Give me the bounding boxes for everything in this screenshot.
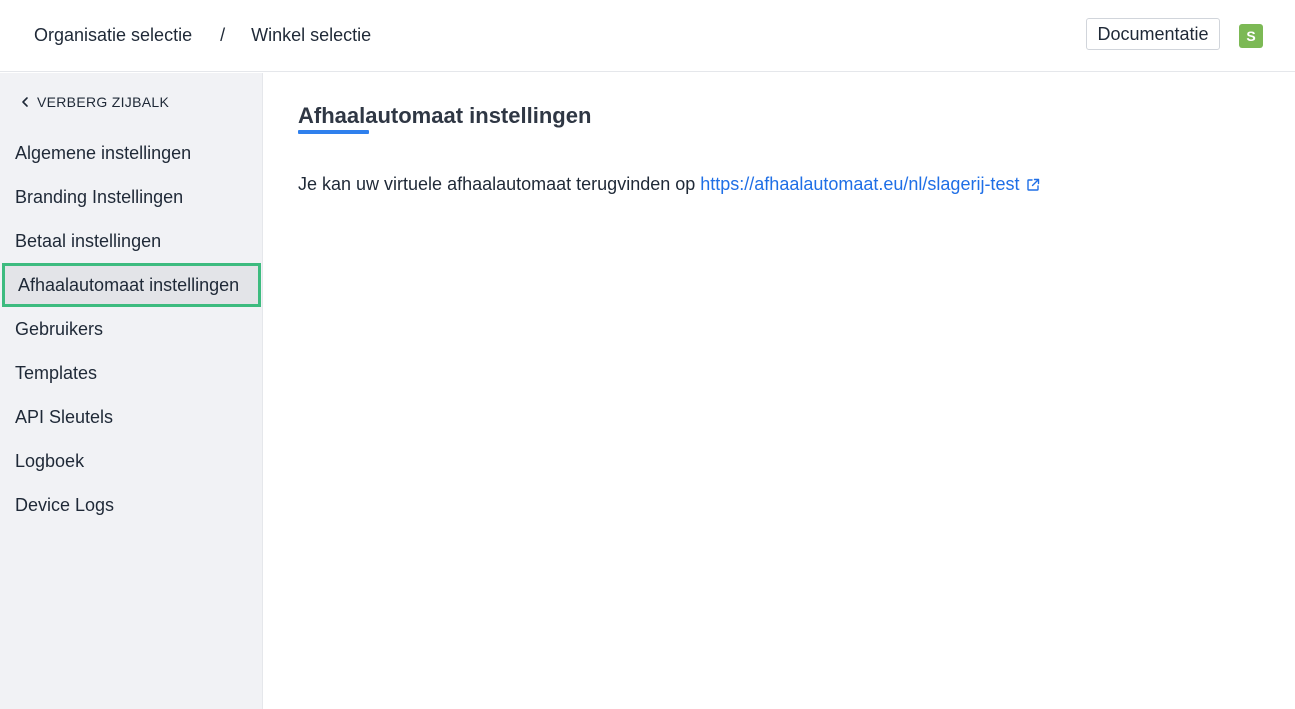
breadcrumb: Organisatie selectie / Winkel selectie (34, 24, 371, 46)
sidebar-item-gebruikers[interactable]: Gebruikers (0, 307, 263, 351)
page-title: Afhaalautomaat instellingen (298, 103, 592, 128)
documentation-button[interactable]: Documentatie (1086, 18, 1220, 50)
sidebar-item-branding-instellingen[interactable]: Branding Instellingen (0, 175, 263, 219)
hide-sidebar-button[interactable]: VERBERG ZIJBALK (18, 93, 169, 111)
sidebar-item-api-sleutels[interactable]: API Sleutels (0, 395, 263, 439)
chevron-left-icon (22, 97, 28, 107)
sidebar-nav: Algemene instellingen Branding Instellin… (0, 131, 263, 527)
sidebar-item-device-logs[interactable]: Device Logs (0, 483, 263, 527)
main-content: Afhaalautomaat instellingen Je kan uw vi… (263, 73, 1295, 709)
sidebar-item-templates[interactable]: Templates (0, 351, 263, 395)
sidebar-item-betaal-instellingen[interactable]: Betaal instellingen (0, 219, 263, 263)
sidebar-item-algemene-instellingen[interactable]: Algemene instellingen (0, 131, 263, 175)
breadcrumb-organisation[interactable]: Organisatie selectie (34, 25, 192, 46)
hide-sidebar-label: VERBERG ZIJBALK (37, 94, 170, 110)
sidebar-item-logboek[interactable]: Logboek (0, 439, 263, 483)
external-link-icon[interactable] (1025, 177, 1041, 193)
kiosk-link[interactable]: https://afhaalautomaat.eu/nl/slagerij-te… (700, 174, 1019, 195)
avatar[interactable]: S (1239, 24, 1263, 48)
breadcrumb-separator: / (220, 24, 226, 45)
kiosk-info-label: Je kan uw virtuele afhaalautomaat terugv… (298, 174, 696, 194)
breadcrumb-shop[interactable]: Winkel selectie (251, 25, 371, 46)
top-bar: Organisatie selectie / Winkel selectie D… (0, 0, 1295, 72)
sidebar-item-afhaalautomaat-instellingen[interactable]: Afhaalautomaat instellingen (2, 263, 261, 307)
title-underline (298, 130, 369, 134)
sidebar: VERBERG ZIJBALK Algemene instellingen Br… (0, 73, 263, 709)
kiosk-info-text: Je kan uw virtuele afhaalautomaat terugv… (298, 174, 1041, 195)
